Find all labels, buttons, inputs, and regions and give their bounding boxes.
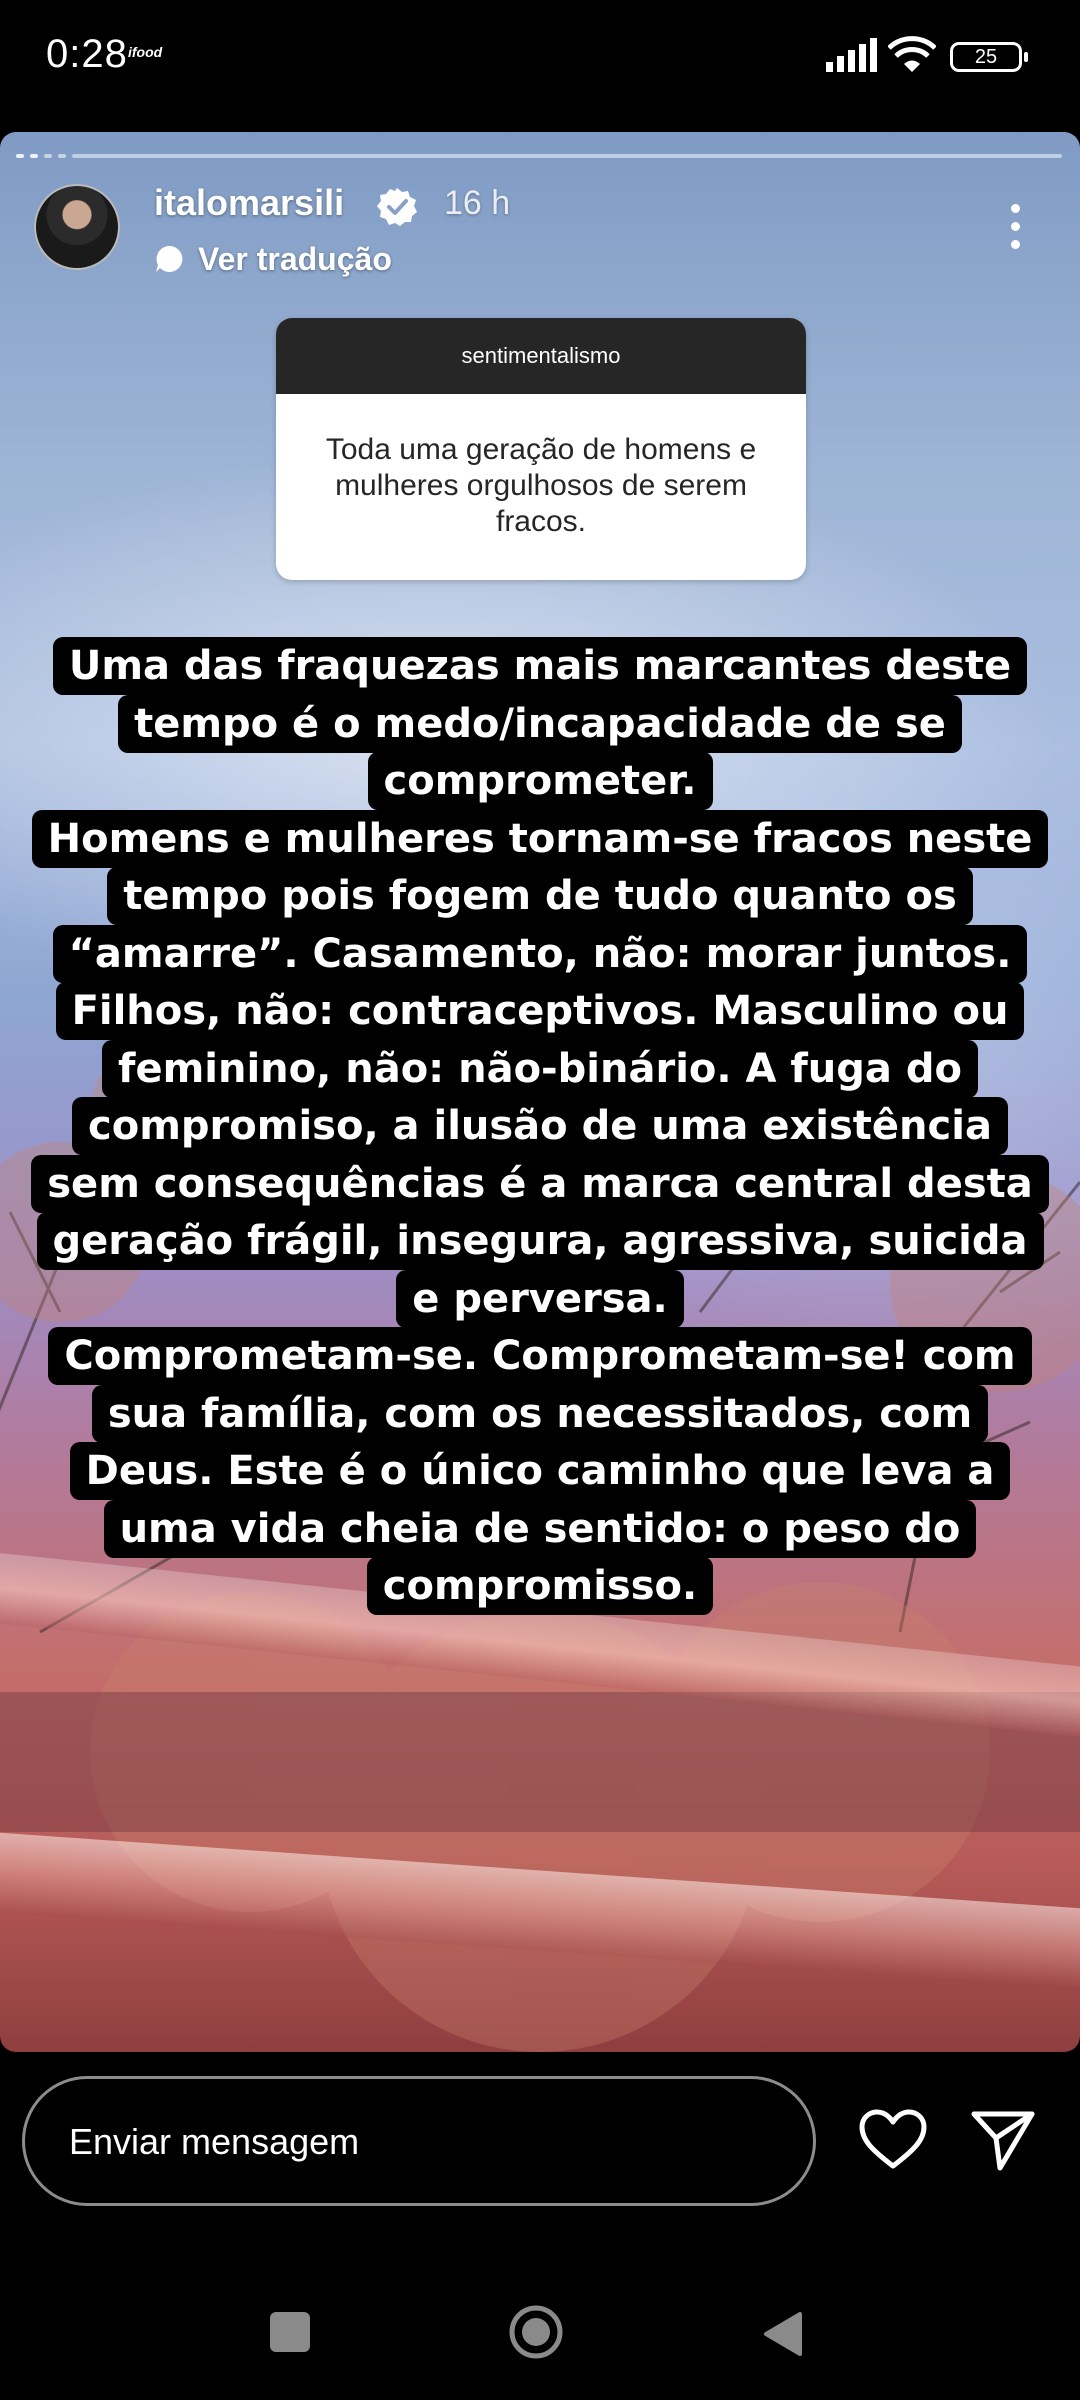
avatar[interactable] <box>34 184 120 270</box>
battery-icon: 25 <box>950 42 1028 72</box>
progress-segment <box>58 154 66 158</box>
question-sticker-answer: Toda uma geração de homens e mulheres or… <box>325 433 757 538</box>
heart-icon[interactable] <box>858 2108 928 2172</box>
question-sticker[interactable]: sentimentalismo Toda uma geração de home… <box>276 318 806 580</box>
caption-paragraph: Homens e mulheres tornam-se fracos neste… <box>31 809 1049 1328</box>
progress-segment-current <box>72 154 1062 158</box>
progress-segment <box>30 154 38 158</box>
home-icon[interactable] <box>508 2304 564 2360</box>
question-sticker-title: sentimentalismo <box>276 318 806 394</box>
battery-level: 25 <box>974 46 998 68</box>
see-translation-button[interactable]: Ver tradução <box>154 236 392 282</box>
caption-paragraph: Comprometam-se. Comprometam-se! com sua … <box>48 1327 1032 1615</box>
wifi-icon <box>888 36 936 72</box>
story-viewer[interactable]: italomarsili 16 h Ver tradução sentiment… <box>0 132 1080 2052</box>
status-bar: 0:28 ifood 25 <box>0 0 1080 120</box>
status-time: 0:28 <box>46 32 128 76</box>
story-caption: Uma das fraquezas mais marcantes deste t… <box>30 637 1050 1616</box>
chat-bubble-icon <box>156 245 183 272</box>
see-translation-label: Ver tradução <box>198 240 392 277</box>
signal-icon <box>826 38 877 72</box>
ifood-notification-icon: ifood <box>128 44 163 60</box>
send-icon[interactable] <box>970 2108 1036 2172</box>
message-input-placeholder: Enviar mensagem <box>69 2121 360 2162</box>
progress-segment <box>16 154 24 158</box>
story-timestamp: 16 h <box>444 184 511 222</box>
caption-paragraph: Uma das fraquezas mais marcantes deste t… <box>52 637 1028 810</box>
more-options-icon[interactable] <box>1000 204 1030 258</box>
story-progress-bar <box>16 154 1062 158</box>
back-icon[interactable] <box>760 2310 804 2358</box>
username[interactable]: italomarsili <box>154 182 344 224</box>
verified-badge-icon <box>377 188 417 226</box>
progress-segment <box>44 154 52 158</box>
recents-icon[interactable] <box>270 2312 310 2352</box>
message-input[interactable]: Enviar mensagem <box>22 2076 816 2206</box>
